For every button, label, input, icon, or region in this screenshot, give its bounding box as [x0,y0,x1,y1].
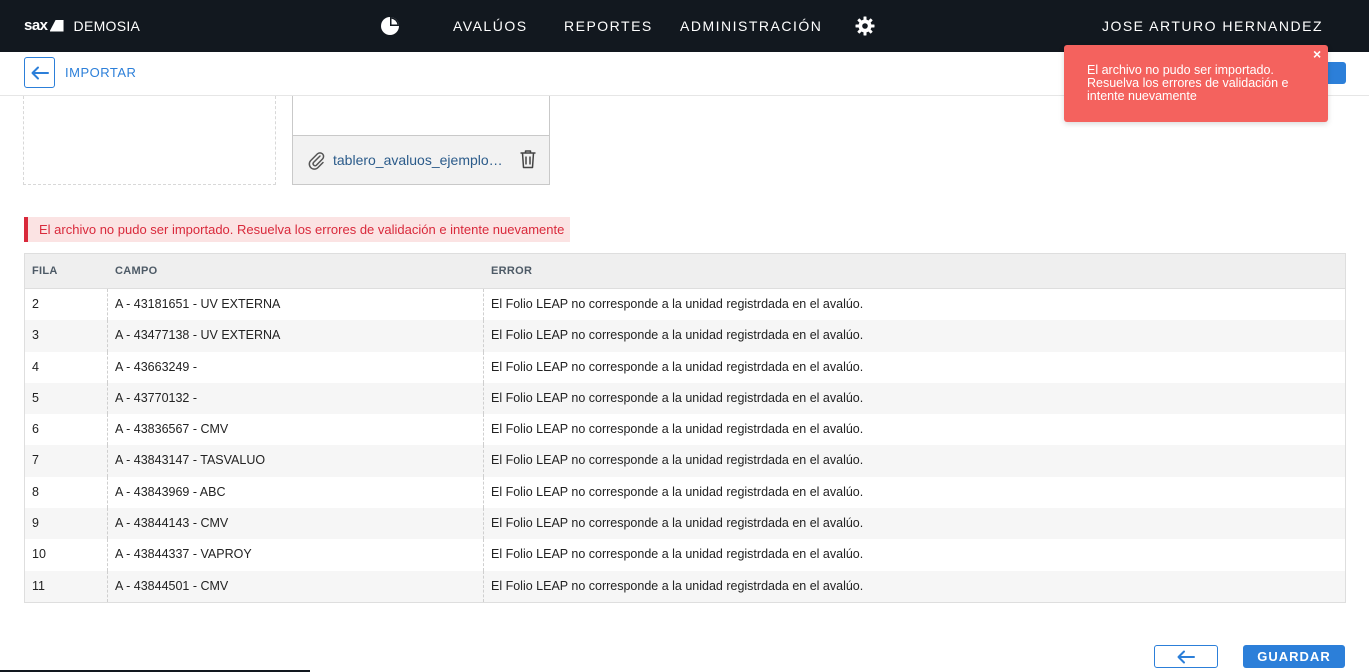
file-dropzone[interactable] [23,96,276,185]
table-row: 5 A - 43770132 - El Folio LEAP no corres… [25,382,1345,415]
close-icon[interactable]: × [1313,46,1321,62]
table-row: 8 A - 43843969 - ABC El Folio LEAP no co… [25,476,1345,509]
cell-campo: A - 43181651 - UV EXTERNA [108,289,484,321]
brand-logo-mark [49,19,64,32]
cell-campo: A - 43844337 - VAPROY [108,539,484,571]
arrow-left-icon [1177,650,1195,663]
cell-campo: A - 43477138 - UV EXTERNA [108,320,484,352]
cell-fila: 10 [25,539,108,571]
table-row: 3 A - 43477138 - UV EXTERNA El Folio LEA… [25,320,1345,352]
cell-error: El Folio LEAP no corresponde a la unidad… [491,297,864,311]
arrow-left-icon [31,66,49,79]
cell-fila: 5 [25,382,108,415]
cell-error: El Folio LEAP no corresponde a la unidad… [491,453,864,468]
cell-error: El Folio LEAP no corresponde a la unidad… [491,547,864,562]
pie-chart-icon[interactable] [380,16,400,36]
file-name[interactable]: tablero_avaluos_ejemplo.xlsx [333,152,505,168]
trash-icon[interactable] [519,149,537,169]
page-title: IMPORTAR [65,65,137,80]
brand[interactable]: sax DEMOSIA [24,17,140,34]
cell-campo: A - 43836567 - CMV [108,414,484,446]
cell-error: El Folio LEAP no corresponde a la unidad… [491,578,864,593]
nav-item-administracion[interactable]: ADMINISTRACIÓN [680,18,822,34]
table-row: 6 A - 43836567 - CMV El Folio LEAP no co… [25,414,1345,446]
paperclip-icon [308,152,325,170]
cell-fila: 6 [25,414,108,446]
nav-item-reportes[interactable]: REPORTES [564,18,653,34]
cell-campo: A - 43844143 - CMV [108,508,484,540]
table-row: 7 A - 43843147 - TASVALUO El Folio LEAP … [25,445,1345,477]
previous-button[interactable] [1154,645,1218,668]
cell-fila: 11 [25,570,108,602]
uploaded-file-card: tablero_avaluos_ejemplo.xlsx [292,96,550,185]
cell-fila: 8 [25,476,108,509]
table-row: 9 A - 43844143 - CMV El Folio LEAP no co… [25,508,1345,540]
cell-campo: A - 43843147 - TASVALUO [108,445,484,477]
cell-fila: 7 [25,445,108,477]
cell-campo: A - 43770132 - [108,382,484,415]
brand-name: DEMOSIA [73,17,141,34]
cell-error: El Folio LEAP no corresponde a la unidad… [491,484,864,499]
cell-fila: 4 [25,351,108,383]
cell-error: El Folio LEAP no corresponde a la unidad… [491,359,864,374]
table-row: 10 A - 43844337 - VAPROY El Folio LEAP n… [25,539,1345,571]
cell-fila: 9 [25,508,108,540]
toast-message: El archivo no pudo ser importado. Resuel… [1087,63,1289,103]
brand-logo: sax [24,17,64,34]
user-name[interactable]: JOSE ARTURO HERNANDEZ [1102,18,1323,34]
table-body: 2 A - 43181651 - UV EXTERNA El Folio LEA… [25,289,1345,602]
errors-table: FILA CAMPO ERROR 2 A - 43181651 - UV EXT… [24,253,1346,603]
back-button[interactable] [24,57,55,88]
error-banner: El archivo no pudo ser importado. Resuel… [24,217,571,242]
table-row: 11 A - 43844501 - CMV El Folio LEAP no c… [25,570,1345,602]
gear-icon[interactable] [855,16,875,36]
brand-logo-text: sax [24,17,48,34]
column-header-fila: FILA [32,265,58,277]
cell-error: El Folio LEAP no corresponde a la unidad… [491,328,864,343]
cell-error: El Folio LEAP no corresponde a la unidad… [491,516,864,531]
error-toast: El archivo no pudo ser importado. Resuel… [1064,45,1328,122]
table-row: 2 A - 43181651 - UV EXTERNA El Folio LEA… [25,289,1345,321]
nav-item-avaluos[interactable]: AVALÚOS [453,18,528,34]
cell-fila: 2 [25,289,108,321]
cell-campo: A - 43663249 - [108,351,484,383]
table-row: 4 A - 43663249 - El Folio LEAP no corres… [25,351,1345,383]
column-header-error: ERROR [491,265,533,277]
cell-campo: A - 43844501 - CMV [108,570,484,602]
cell-fila: 3 [25,320,108,352]
cell-error: El Folio LEAP no corresponde a la unidad… [491,390,864,405]
header-action-button[interactable] [1326,62,1346,84]
cell-campo: A - 43843969 - ABC [108,476,484,509]
table-header: FILA CAMPO ERROR [25,254,1345,289]
file-card-footer: tablero_avaluos_ejemplo.xlsx [293,135,549,184]
cell-error: El Folio LEAP no corresponde a la unidad… [491,422,864,437]
save-button[interactable]: GUARDAR [1243,645,1345,668]
column-header-campo: CAMPO [115,265,158,277]
